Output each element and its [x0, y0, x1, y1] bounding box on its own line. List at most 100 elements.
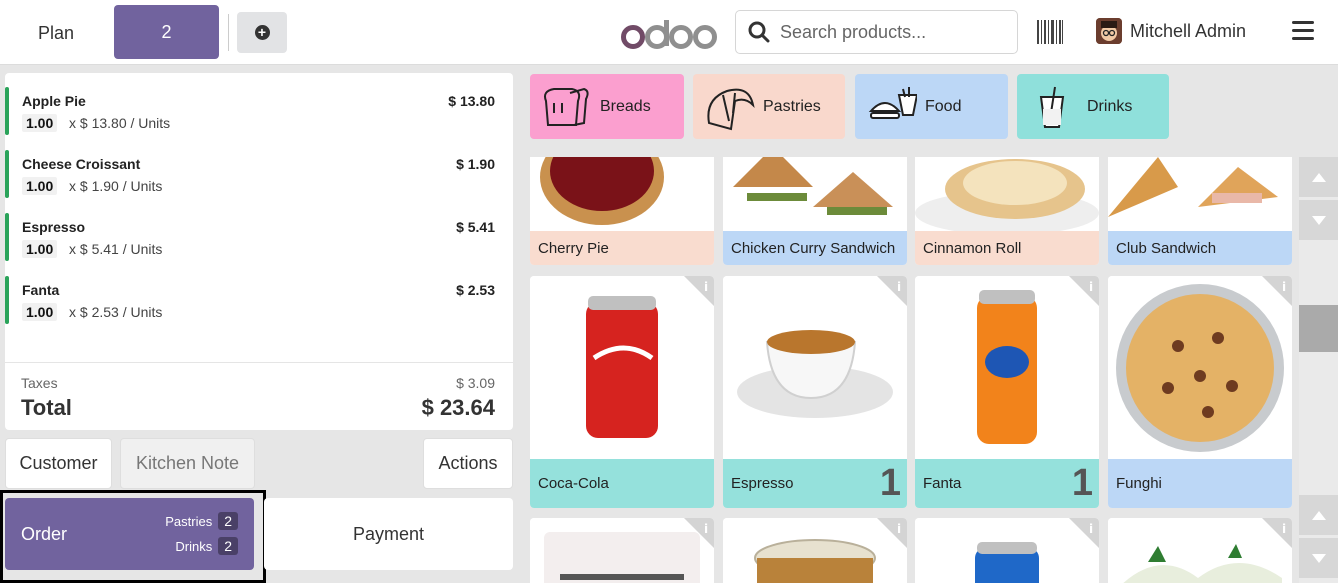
product-card[interactable]: i — [1108, 518, 1292, 583]
order-category-drinks: Drinks 2 — [175, 537, 238, 555]
orderline-unit-price: x $ 5.41 / Units — [69, 241, 163, 257]
tax-value: $ 3.09 — [456, 375, 495, 391]
order-totals: Taxes $ 3.09 Total $ 23.64 — [5, 362, 513, 430]
table-button[interactable]: 2 — [114, 5, 219, 59]
product-name-row: Espresso 1 — [723, 459, 907, 508]
product-name: Espresso — [731, 475, 794, 492]
orderline[interactable]: Cheese Croissant $ 1.90 1.00 x $ 1.90 / … — [5, 136, 513, 199]
svg-text:i: i — [1089, 522, 1093, 536]
orderline-price: $ 2.53 — [456, 282, 495, 298]
svg-text:i: i — [1089, 280, 1093, 294]
bread-icon — [544, 87, 589, 126]
user-menu[interactable]: Mitchell Admin — [1096, 18, 1246, 44]
croissant-icon — [707, 88, 755, 130]
product-name: Cinnamon Roll — [915, 231, 1099, 265]
product-card[interactable]: i Espresso 1 — [723, 276, 907, 508]
info-icon[interactable]: i — [1069, 518, 1099, 548]
info-icon[interactable]: i — [684, 518, 714, 548]
kitchen-note-button[interactable]: Kitchen Note — [120, 438, 255, 489]
line-indicator — [5, 213, 9, 261]
menu-icon[interactable] — [1292, 21, 1314, 41]
category-pastries[interactable]: Pastries — [693, 74, 845, 139]
product-card[interactable]: i — [723, 518, 907, 583]
orderline-qty: 1.00 — [22, 303, 58, 321]
actions-button[interactable]: Actions — [423, 438, 513, 489]
orderline-name: Fanta — [22, 282, 60, 298]
product-name: Cherry Pie — [530, 231, 714, 265]
club-sandwich-image — [1108, 157, 1292, 231]
category-count-badge: 2 — [218, 537, 238, 555]
chevron-up-icon — [1311, 172, 1326, 182]
info-icon[interactable]: i — [1262, 518, 1292, 548]
order-button[interactable]: Order Pastries 2 Drinks 2 — [5, 498, 254, 570]
drink-glass-icon — [1039, 86, 1065, 128]
orderline[interactable]: Apple Pie $ 13.80 1.00 x $ 13.80 / Units — [5, 73, 513, 136]
product-card[interactable]: i Fanta 1 — [915, 276, 1099, 508]
top-bar: Plan 2 + Mitchell — [0, 0, 1338, 65]
product-name: Funghi — [1116, 475, 1162, 492]
product-name-row: Coca-Cola — [530, 459, 714, 508]
orderline-qty: 1.00 — [22, 114, 58, 132]
tax-label: Taxes — [21, 375, 58, 391]
product-card[interactable]: i Coca-Cola — [530, 276, 714, 508]
product-card[interactable]: Cinnamon Roll — [915, 157, 1099, 265]
category-breads[interactable]: Breads — [530, 74, 684, 139]
product-card[interactable]: Club Sandwich — [1108, 157, 1292, 265]
category-drinks[interactable]: Drinks — [1017, 74, 1169, 139]
product-card[interactable]: i — [530, 518, 714, 583]
customer-button[interactable]: Customer — [5, 438, 112, 489]
info-icon[interactable]: i — [877, 276, 907, 306]
product-name: Coca-Cola — [538, 475, 609, 492]
product-qty-badge: 1 — [1071, 462, 1093, 504]
category-food[interactable]: Food — [855, 74, 1008, 139]
barcode-icon[interactable] — [1037, 20, 1063, 44]
info-icon[interactable]: i — [877, 518, 907, 548]
product-scrollbar[interactable] — [1299, 157, 1338, 583]
category-count-badge: 2 — [218, 512, 238, 530]
svg-text:i: i — [897, 522, 901, 536]
product-card[interactable]: i Funghi — [1108, 276, 1292, 508]
info-icon[interactable]: i — [1069, 276, 1099, 306]
scrollbar-thumb[interactable] — [1299, 305, 1338, 352]
product-name: Fanta — [923, 475, 962, 492]
scroll-down-button[interactable] — [1299, 200, 1338, 240]
orderline-name: Cheese Croissant — [22, 156, 141, 172]
chevron-down-icon — [1311, 215, 1326, 225]
orderline[interactable]: Fanta $ 2.53 1.00 x $ 2.53 / Units — [5, 262, 513, 325]
product-name-row: Funghi — [1108, 459, 1292, 508]
orderline-price: $ 1.90 — [456, 156, 495, 172]
product-card[interactable]: Chicken Curry Sandwich — [723, 157, 907, 265]
orderline-name: Espresso — [22, 219, 86, 235]
info-icon[interactable]: i — [684, 276, 714, 306]
category-name: Drinks — [175, 538, 213, 554]
avatar — [1096, 18, 1122, 44]
svg-text:i: i — [897, 280, 901, 294]
orderline-name: Apple Pie — [22, 93, 86, 109]
orderline-unit-price: x $ 2.53 / Units — [69, 304, 163, 320]
orderline[interactable]: Espresso $ 5.41 1.00 x $ 5.41 / Units — [5, 199, 513, 262]
product-qty-badge: 1 — [879, 462, 901, 504]
chevron-up-icon — [1311, 510, 1326, 520]
product-card[interactable]: i — [915, 518, 1099, 583]
scroll-up-button[interactable] — [1299, 495, 1338, 535]
product-card[interactable]: Cherry Pie — [530, 157, 714, 265]
orderline-qty: 1.00 — [22, 177, 58, 195]
search-input[interactable] — [780, 21, 1000, 43]
order-panel: Apple Pie $ 13.80 1.00 x $ 13.80 / Units… — [5, 73, 513, 430]
scroll-up-button[interactable] — [1299, 157, 1338, 197]
orderline-price: $ 5.41 — [456, 219, 495, 235]
divider — [228, 14, 229, 51]
svg-text:i: i — [1282, 522, 1286, 536]
scroll-down-button[interactable] — [1299, 538, 1338, 578]
product-grid: Cherry Pie Chicken Curry Sandwich Cinnam… — [522, 157, 1297, 583]
orderline-unit-price: x $ 13.80 / Units — [69, 115, 171, 131]
payment-button[interactable]: Payment — [264, 498, 513, 570]
plus-circle-icon: + — [254, 25, 270, 40]
info-icon[interactable]: i — [1262, 276, 1292, 306]
plan-button[interactable]: Plan — [8, 8, 104, 58]
chevron-down-icon — [1311, 553, 1326, 563]
line-indicator — [5, 87, 9, 135]
product-name: Chicken Curry Sandwich — [723, 231, 907, 265]
add-order-button[interactable]: + — [237, 12, 287, 53]
line-indicator — [5, 150, 9, 198]
